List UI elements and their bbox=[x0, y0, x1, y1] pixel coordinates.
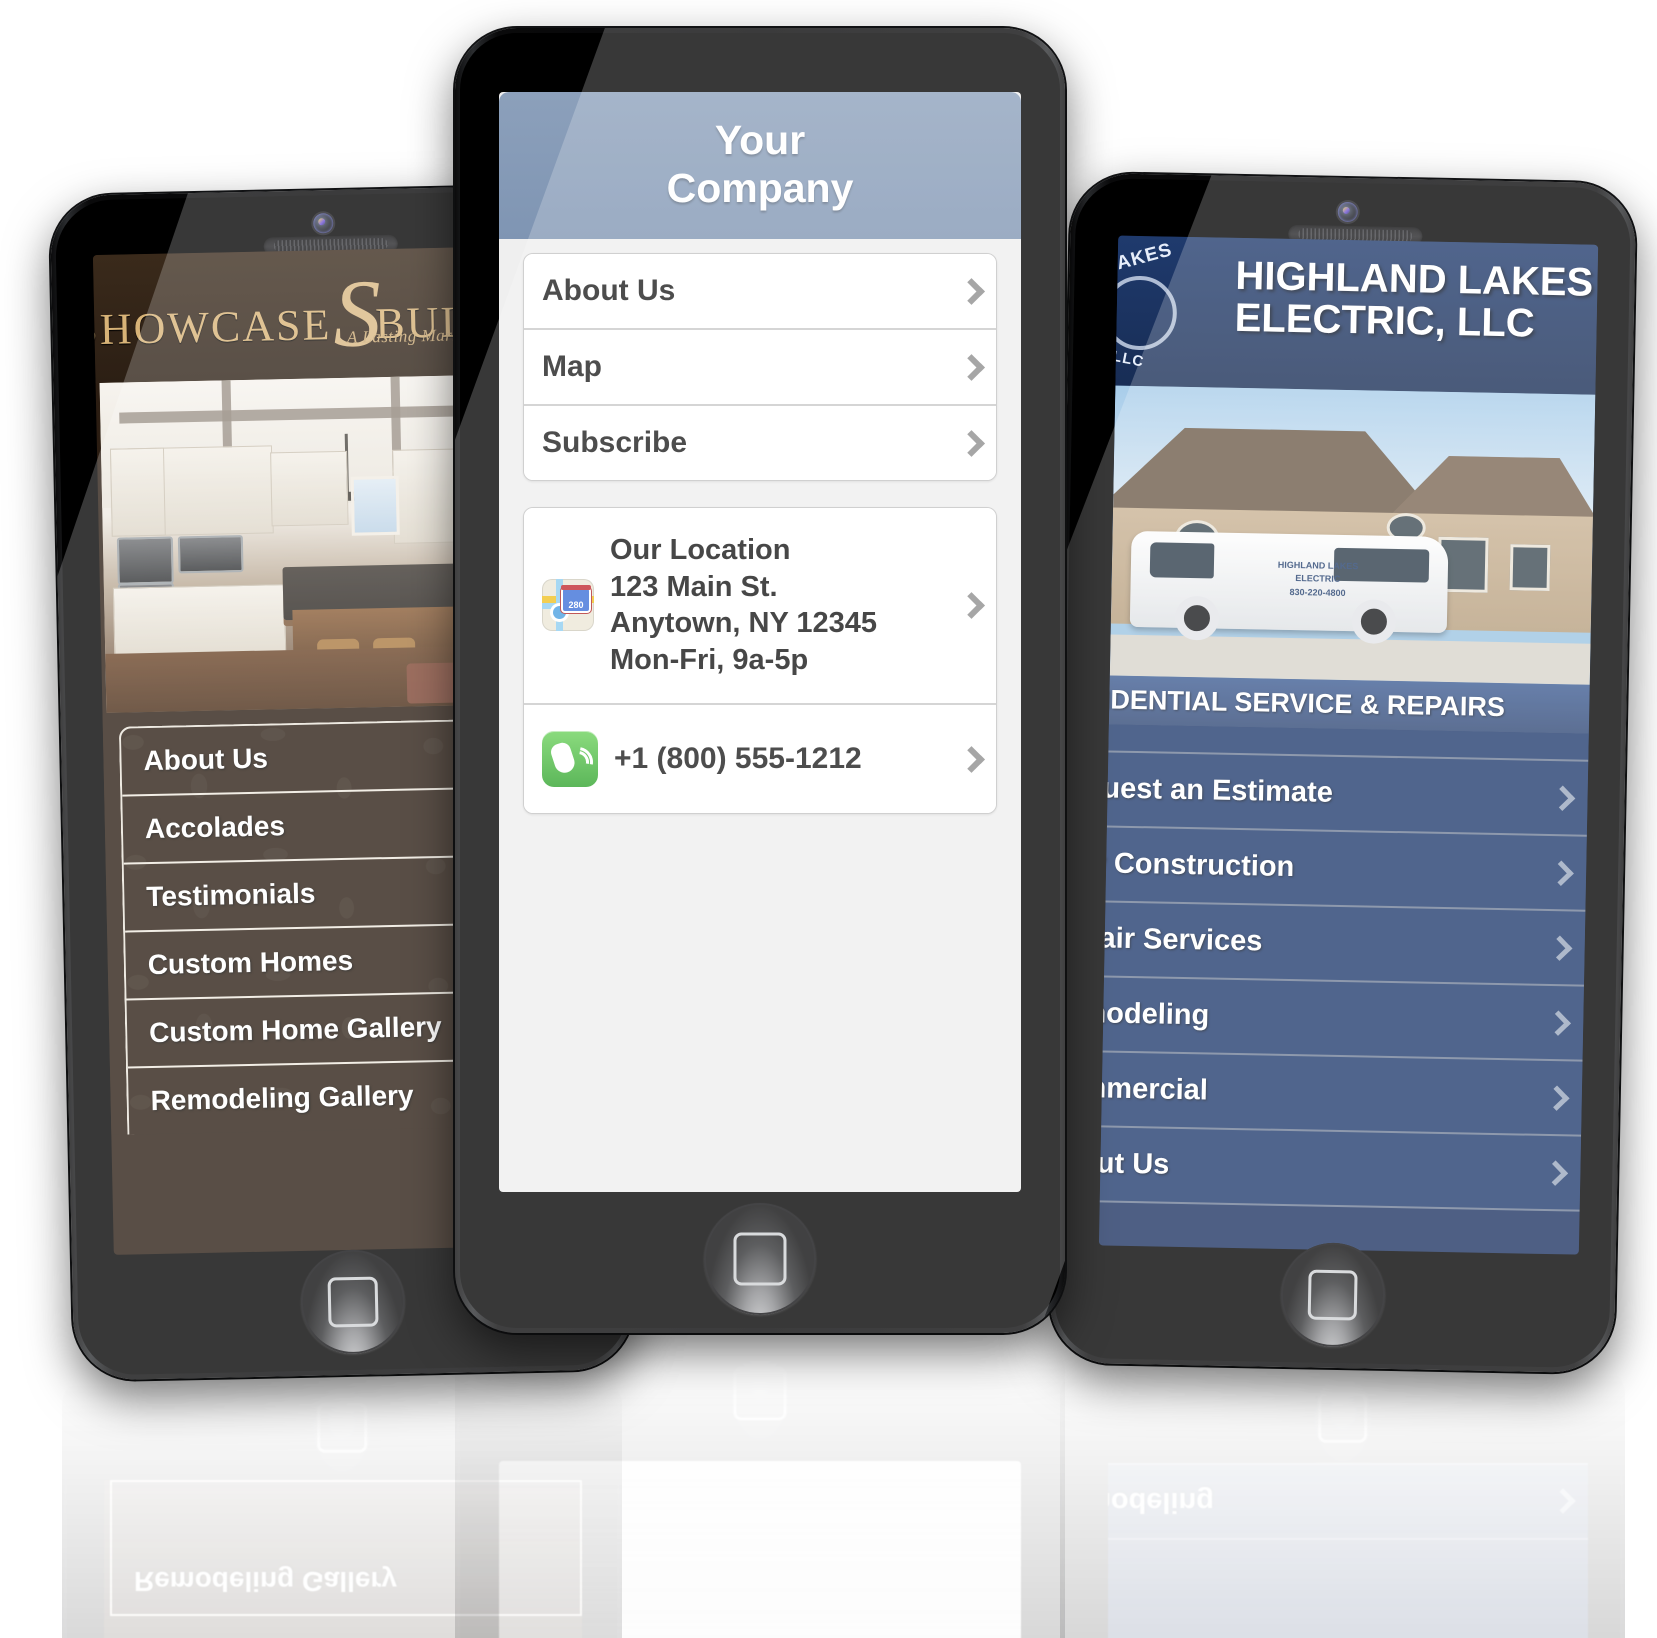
phone-number: +1 (800) 555-1212 bbox=[614, 742, 862, 776]
location-hours: Mon-Fri, 9a-5p bbox=[610, 644, 809, 677]
company-title: Your Company bbox=[513, 116, 1007, 213]
location-title: Our Location bbox=[610, 533, 791, 566]
company-header: Your Company bbox=[499, 92, 1021, 239]
center-phone-screen: Your Company About Us Map Subscribe 280 … bbox=[499, 92, 1021, 1192]
chevron-right-icon bbox=[960, 352, 978, 382]
company-body: About Us Map Subscribe 280 Our Location … bbox=[499, 238, 1021, 953]
list-item-map[interactable]: Map bbox=[524, 329, 996, 406]
chevron-right-icon bbox=[960, 276, 978, 306]
list-item-label: Request an Estimate bbox=[1098, 771, 1334, 809]
center-phone-device: Your Company About Us Map Subscribe 280 … bbox=[455, 28, 1065, 1333]
company-title-line-1: Your bbox=[714, 117, 806, 163]
list-item-label: Remodeling bbox=[1098, 996, 1210, 1032]
list-item[interactable]: Remodeling bbox=[1099, 977, 1584, 1062]
phone-row[interactable]: +1 (800) 555-1212 bbox=[524, 705, 996, 814]
van-hero-image: HIGHLAND LAKES ELECTRIC 830-220-4800 bbox=[1109, 385, 1596, 685]
phone-call-icon bbox=[542, 731, 599, 788]
chevron-right-icon bbox=[1550, 858, 1573, 888]
list-item-label: New Construction bbox=[1099, 846, 1295, 884]
location-row[interactable]: Our Location 123 Main St. Anytown, NY 12… bbox=[524, 507, 996, 706]
list-item-label: Repair Services bbox=[1098, 921, 1263, 958]
chevron-right-icon bbox=[1547, 1007, 1570, 1037]
chevron-right-icon bbox=[1548, 932, 1571, 962]
list-item-label: Subscribe bbox=[542, 425, 688, 459]
title-line-2: ELECTRIC, LLC bbox=[1234, 295, 1536, 346]
service-van: HIGHLAND LAKES ELECTRIC 830-220-4800 bbox=[1129, 530, 1449, 644]
list-item-label: Map bbox=[542, 349, 602, 383]
right-phone-screen: LAKES , LLC HIGHLAND LAKES ELECTRIC, LLC bbox=[1098, 235, 1599, 1255]
service-subtitle: RESIDENTIAL SERVICE & REPAIRS bbox=[1098, 683, 1506, 723]
maps-app-icon bbox=[542, 579, 594, 632]
location-address: Our Location 123 Main St. Anytown, NY 12… bbox=[610, 532, 944, 679]
highland-menu-list: Request an Estimate New Construction Rep… bbox=[1098, 724, 1589, 1212]
chevron-right-icon bbox=[960, 428, 978, 458]
contact-group: Our Location 123 Main St. Anytown, NY 12… bbox=[523, 506, 997, 815]
list-item-label: About Us bbox=[542, 273, 676, 307]
company-title-line-2: Company bbox=[666, 165, 854, 212]
list-item[interactable]: Request an Estimate bbox=[1099, 752, 1589, 837]
list-item-about-us[interactable]: About Us bbox=[524, 253, 996, 330]
right-phone-device: LAKES , LLC HIGHLAND LAKES ELECTRIC, LLC bbox=[1048, 172, 1637, 1374]
location-street: 123 Main St. bbox=[610, 570, 778, 603]
right-phone-reflection: Remodeling bbox=[1060, 1345, 1625, 1638]
badge-top-text: LAKES bbox=[1115, 239, 1175, 278]
location-city-state-zip: Anytown, NY 12345 bbox=[610, 607, 878, 640]
home-button[interactable] bbox=[704, 1203, 816, 1315]
list-item-subscribe[interactable]: Subscribe bbox=[524, 405, 996, 480]
chevron-right-icon bbox=[960, 744, 978, 774]
list-item[interactable]: New Construction bbox=[1099, 827, 1587, 912]
chevron-right-icon bbox=[1544, 1157, 1567, 1187]
company-seal-logo: LAKES , LLC bbox=[1115, 239, 1210, 383]
chevron-right-icon bbox=[960, 590, 978, 620]
van-phone-text: 830-220-4800 bbox=[1289, 586, 1346, 598]
screenshot-stage: Remodeling Gallery Remodeling bbox=[0, 0, 1657, 1638]
highland-header: LAKES , LLC HIGHLAND LAKES ELECTRIC, LLC bbox=[1115, 235, 1599, 395]
list-item[interactable]: Commercial bbox=[1098, 1052, 1583, 1137]
list-item[interactable]: Repair Services bbox=[1099, 902, 1586, 987]
logo-word-1: SHOWCASE bbox=[92, 300, 332, 355]
list-item[interactable]: About Us bbox=[1098, 1127, 1582, 1212]
list-item-label: Commercial bbox=[1098, 1071, 1209, 1107]
van-company-text: HIGHLAND LAKES ELECTRIC bbox=[1277, 559, 1359, 585]
page-title: HIGHLAND LAKES ELECTRIC, LLC bbox=[1234, 254, 1598, 347]
chevron-right-icon bbox=[1551, 783, 1574, 813]
list-item-label: About Us bbox=[1098, 1146, 1170, 1181]
nav-menu-group: About Us Map Subscribe bbox=[523, 252, 997, 481]
chevron-right-icon bbox=[1546, 1082, 1569, 1112]
